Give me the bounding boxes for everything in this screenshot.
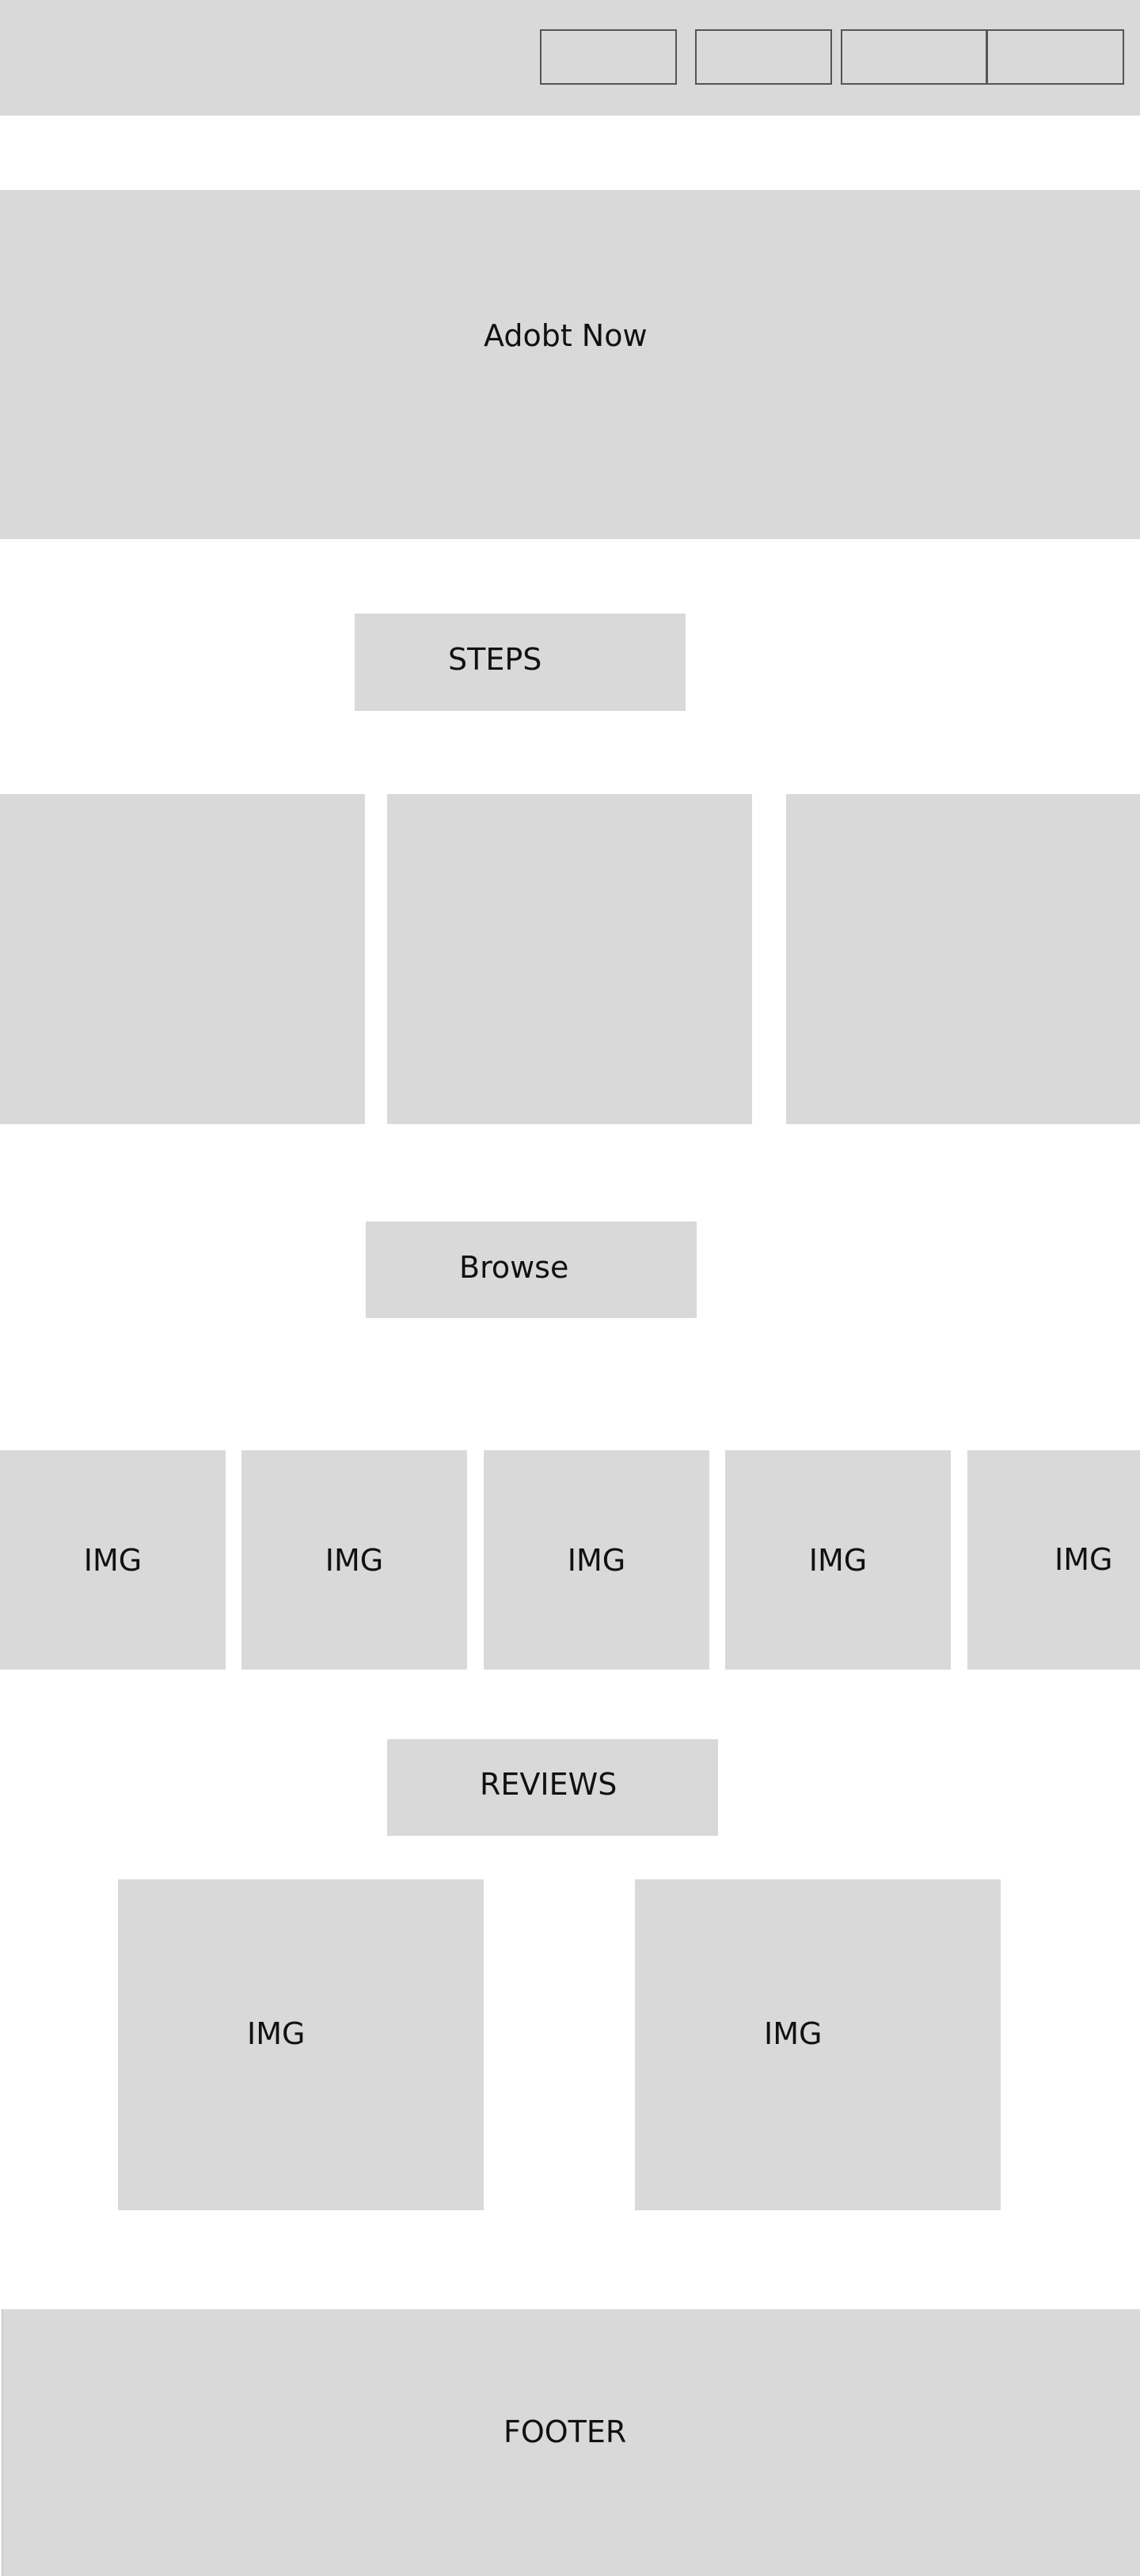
browse-image-3[interactable]: IMG — [484, 1450, 709, 1670]
browse-image-label: IMG — [83, 1542, 142, 1578]
review-image-1: IMG — [118, 1879, 484, 2210]
browse-image-label: IMG — [1054, 1542, 1113, 1577]
nav-button-3[interactable] — [841, 29, 987, 85]
browse-image-4[interactable]: IMG — [725, 1450, 951, 1670]
browse-image-2[interactable]: IMG — [241, 1450, 467, 1670]
browse-image-5[interactable]: IMG — [967, 1450, 1140, 1670]
review-image-label: IMG — [247, 2016, 306, 2051]
browse-image-label: IMG — [325, 1542, 384, 1578]
hero-title: Adobt Now — [484, 318, 648, 353]
review-image-2: IMG — [635, 1879, 1001, 2210]
browse-image-label: IMG — [808, 1542, 868, 1578]
hero-banner — [0, 190, 1140, 539]
footer-label: FOOTER — [504, 2415, 627, 2449]
nav-button-1[interactable] — [540, 29, 677, 85]
browse-image-label: IMG — [567, 1542, 626, 1578]
nav-button-4[interactable] — [986, 29, 1124, 85]
browse-heading: Browse — [459, 1250, 569, 1285]
step-card-2 — [387, 794, 752, 1124]
browse-image-1[interactable]: IMG — [0, 1450, 226, 1670]
footer: FOOTER — [2, 2309, 1140, 2576]
nav-button-2[interactable] — [695, 29, 832, 85]
reviews-heading: REVIEWS — [480, 1767, 618, 1802]
review-image-label: IMG — [764, 2016, 823, 2051]
step-card-3 — [786, 794, 1140, 1124]
step-card-1 — [0, 794, 365, 1124]
steps-heading: STEPS — [448, 642, 542, 677]
